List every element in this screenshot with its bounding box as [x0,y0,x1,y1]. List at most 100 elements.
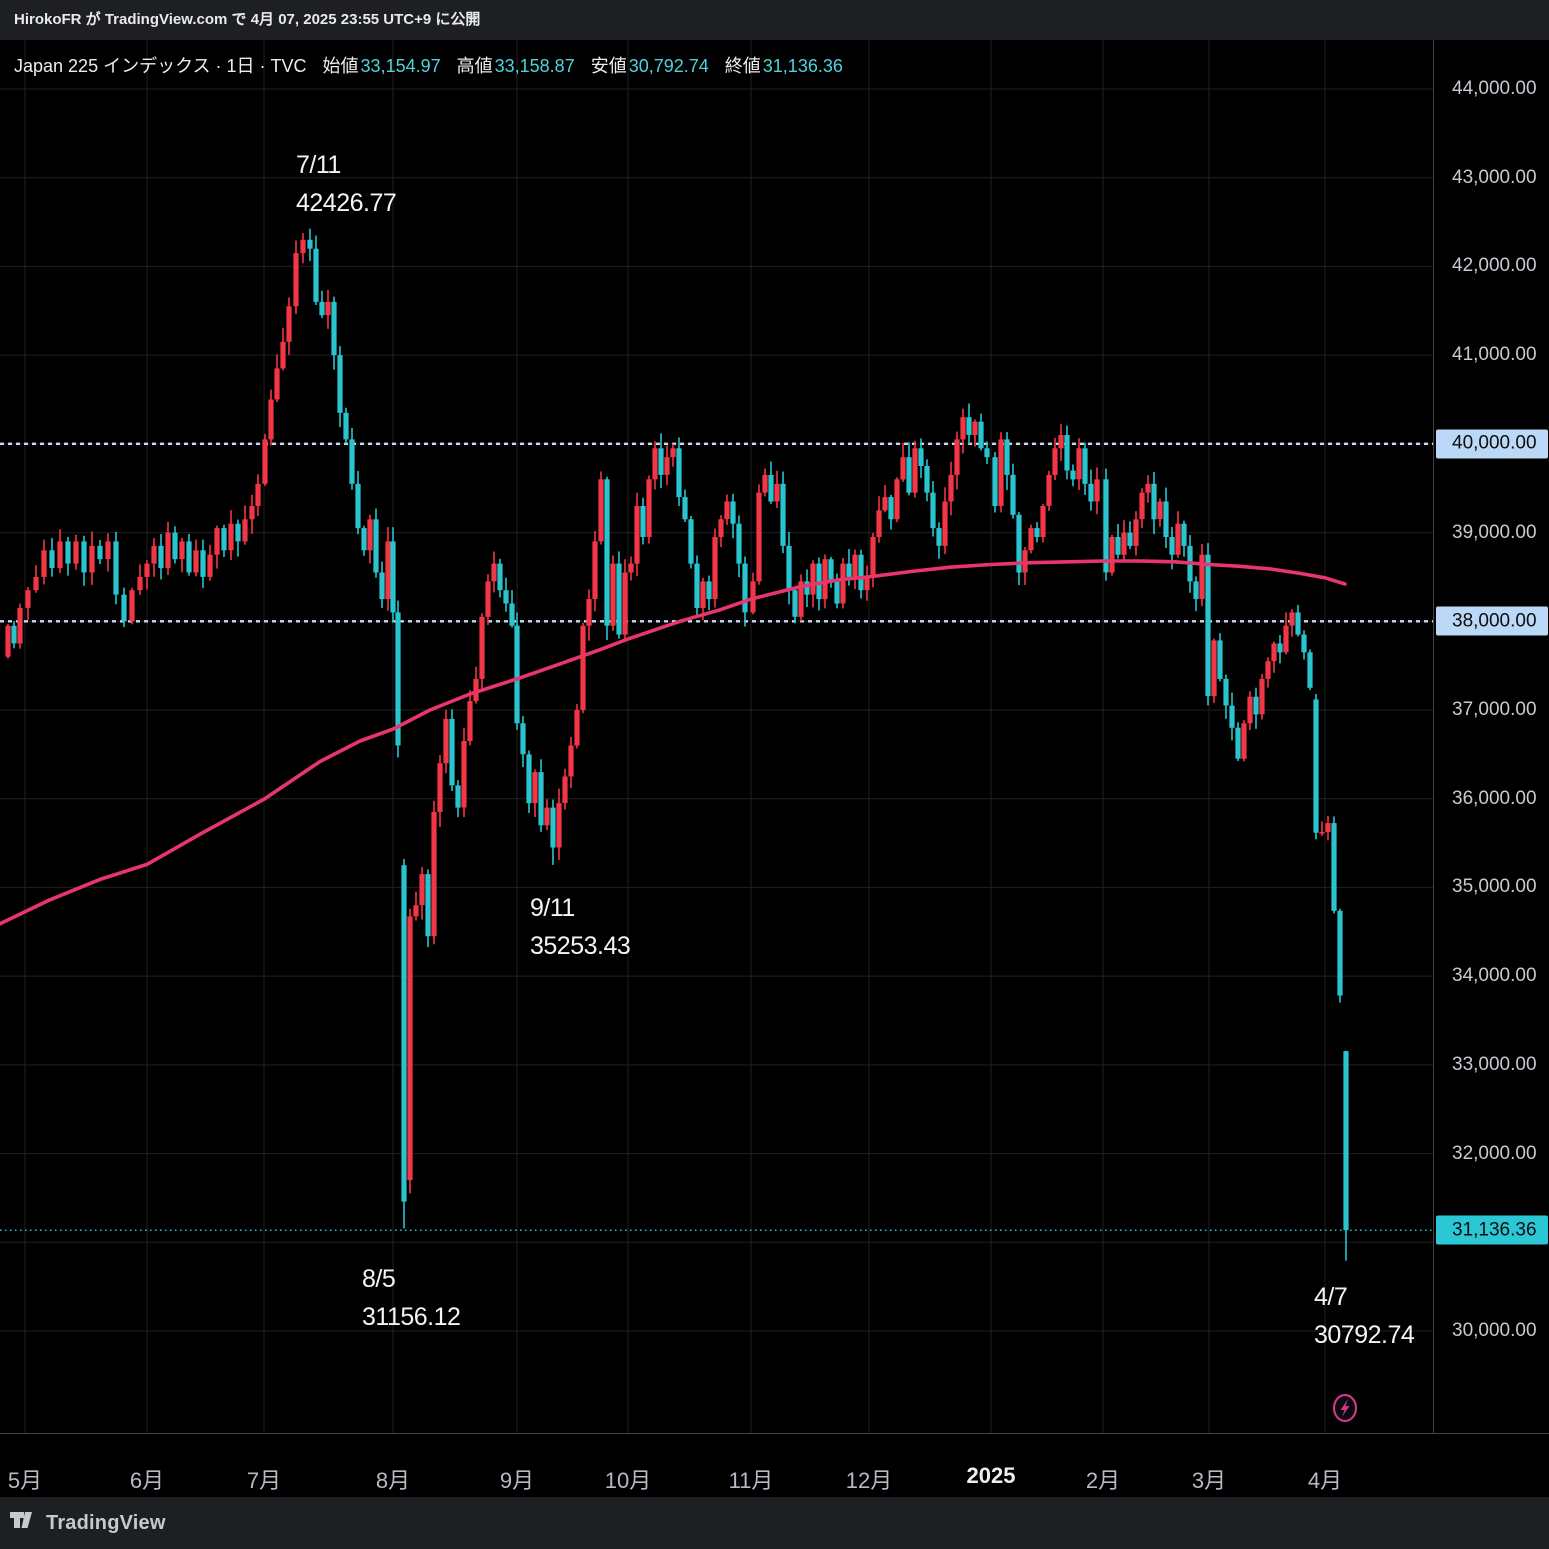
candle-body [293,253,299,307]
candle-body [634,506,640,564]
candle-body [1217,640,1223,679]
candle-body [538,772,544,826]
price-tick-label: 41,000.00 [1452,344,1537,366]
candle-body [41,550,47,577]
ma-line [0,559,1347,926]
candle-body [413,905,419,917]
candle-body [1103,479,1109,573]
tradingview-wordmark[interactable]: TradingView [46,1512,166,1535]
candle-body [179,541,185,560]
candle-body [449,718,455,786]
candle-body [1145,483,1151,493]
candle-body [1058,435,1064,449]
candle-body [718,519,724,537]
price-tick-label: 42,000.00 [1452,255,1537,277]
candle-body [948,474,954,502]
candle-body [978,421,984,449]
candle-body [936,528,942,546]
candle-body [942,501,948,546]
candle-body [658,448,664,475]
candle-body [307,239,313,249]
candle-body [343,412,349,440]
candle-body [998,439,1004,506]
tradingview-logo-icon[interactable] [10,1512,38,1534]
candle-body [592,541,598,600]
candle-body [1223,678,1229,706]
candle-body [268,399,274,440]
annotation-label: 7/11 42426.77 [296,151,396,217]
candle-body [786,545,792,591]
price-chart[interactable]: 7/11 42426.77 9/11 35253.43 8/5 31156.12 4/7 30… [0,40,1433,1433]
time-tick-label: 9月 [499,1468,535,1493]
price-tick-label: 30,000.00 [1452,1319,1537,1341]
candle-body [858,554,864,591]
candle-body [467,701,473,741]
candle-body [628,563,634,573]
candle-body [912,448,918,493]
candle-body [1157,501,1163,520]
candle-body [1211,640,1217,697]
annotation-label: 9/11 35253.43 [530,894,630,960]
price-tick-label: 33,000.00 [1452,1053,1537,1075]
candle-body [736,523,742,564]
candle-body [556,803,562,848]
candle-body [610,563,616,626]
candle-body [207,554,213,577]
candle-body [1076,448,1082,480]
candle-body [568,745,574,777]
candle-body [419,874,425,906]
candle-body [984,448,990,458]
time-tick-label: 5月 [7,1468,43,1493]
candle-body [485,581,491,617]
candle-body [200,550,206,577]
candle-body [1265,661,1271,679]
time-tick-label: 8月 [375,1468,411,1493]
price-tick-label: 44,000.00 [1452,78,1537,99]
candle-body [774,483,780,502]
candle-body [113,541,119,595]
candle-body [762,474,768,493]
candle-body [1229,705,1235,728]
candle-body [1205,554,1211,697]
candle-body [652,448,658,480]
price-axis[interactable]: 44,000.00 43,000.00 42,000.00 41,000.00 39,0… [1433,40,1549,1433]
candle-body [810,563,816,595]
candle-body [367,519,373,551]
candle-body [1094,479,1100,502]
publish-info-text: HirokoFR が TradingView.com で 4月 07, 2025… [14,11,481,28]
candle-body [437,763,443,812]
candle-body [664,457,670,475]
time-axis[interactable]: 5月 6月 7月 8月 9月 10月 11月 12月 2025 2月 3月 4月 [0,1433,1549,1497]
candle-body [1337,910,1343,996]
candle-body [319,301,325,316]
candle-body [349,439,355,484]
candle-body [479,616,485,679]
candle-body [172,532,178,560]
candle-body [81,541,87,573]
candle-body [325,301,331,316]
candle-body [1181,523,1187,546]
candle-body [972,421,978,435]
candle-body [33,576,39,591]
candle-body [144,563,150,577]
candle-body [1271,643,1277,662]
candle-body [1139,492,1145,520]
candle-body [544,807,550,826]
candle-body [550,807,556,848]
candle-body [598,479,604,542]
candle-body [407,916,413,1181]
candle-body [242,519,248,542]
chart-pane[interactable]: 7/11 42426.77 9/11 35253.43 8/5 31156.12 4/7 30… [0,40,1433,1433]
candle-body [1247,696,1253,724]
candle-body [1241,723,1247,759]
candle-body [960,417,966,440]
candle-body [1277,643,1283,653]
candle-body [1313,699,1319,833]
tradingview-published-chart: HirokoFR が TradingView.com で 4月 07, 2025… [0,0,1549,1549]
candle-body [1088,483,1094,502]
candle-body [580,625,586,710]
candle-body [876,510,882,537]
candle-body [214,528,220,555]
time-tick-label: 11月 [728,1468,774,1493]
candle-body [385,541,391,600]
